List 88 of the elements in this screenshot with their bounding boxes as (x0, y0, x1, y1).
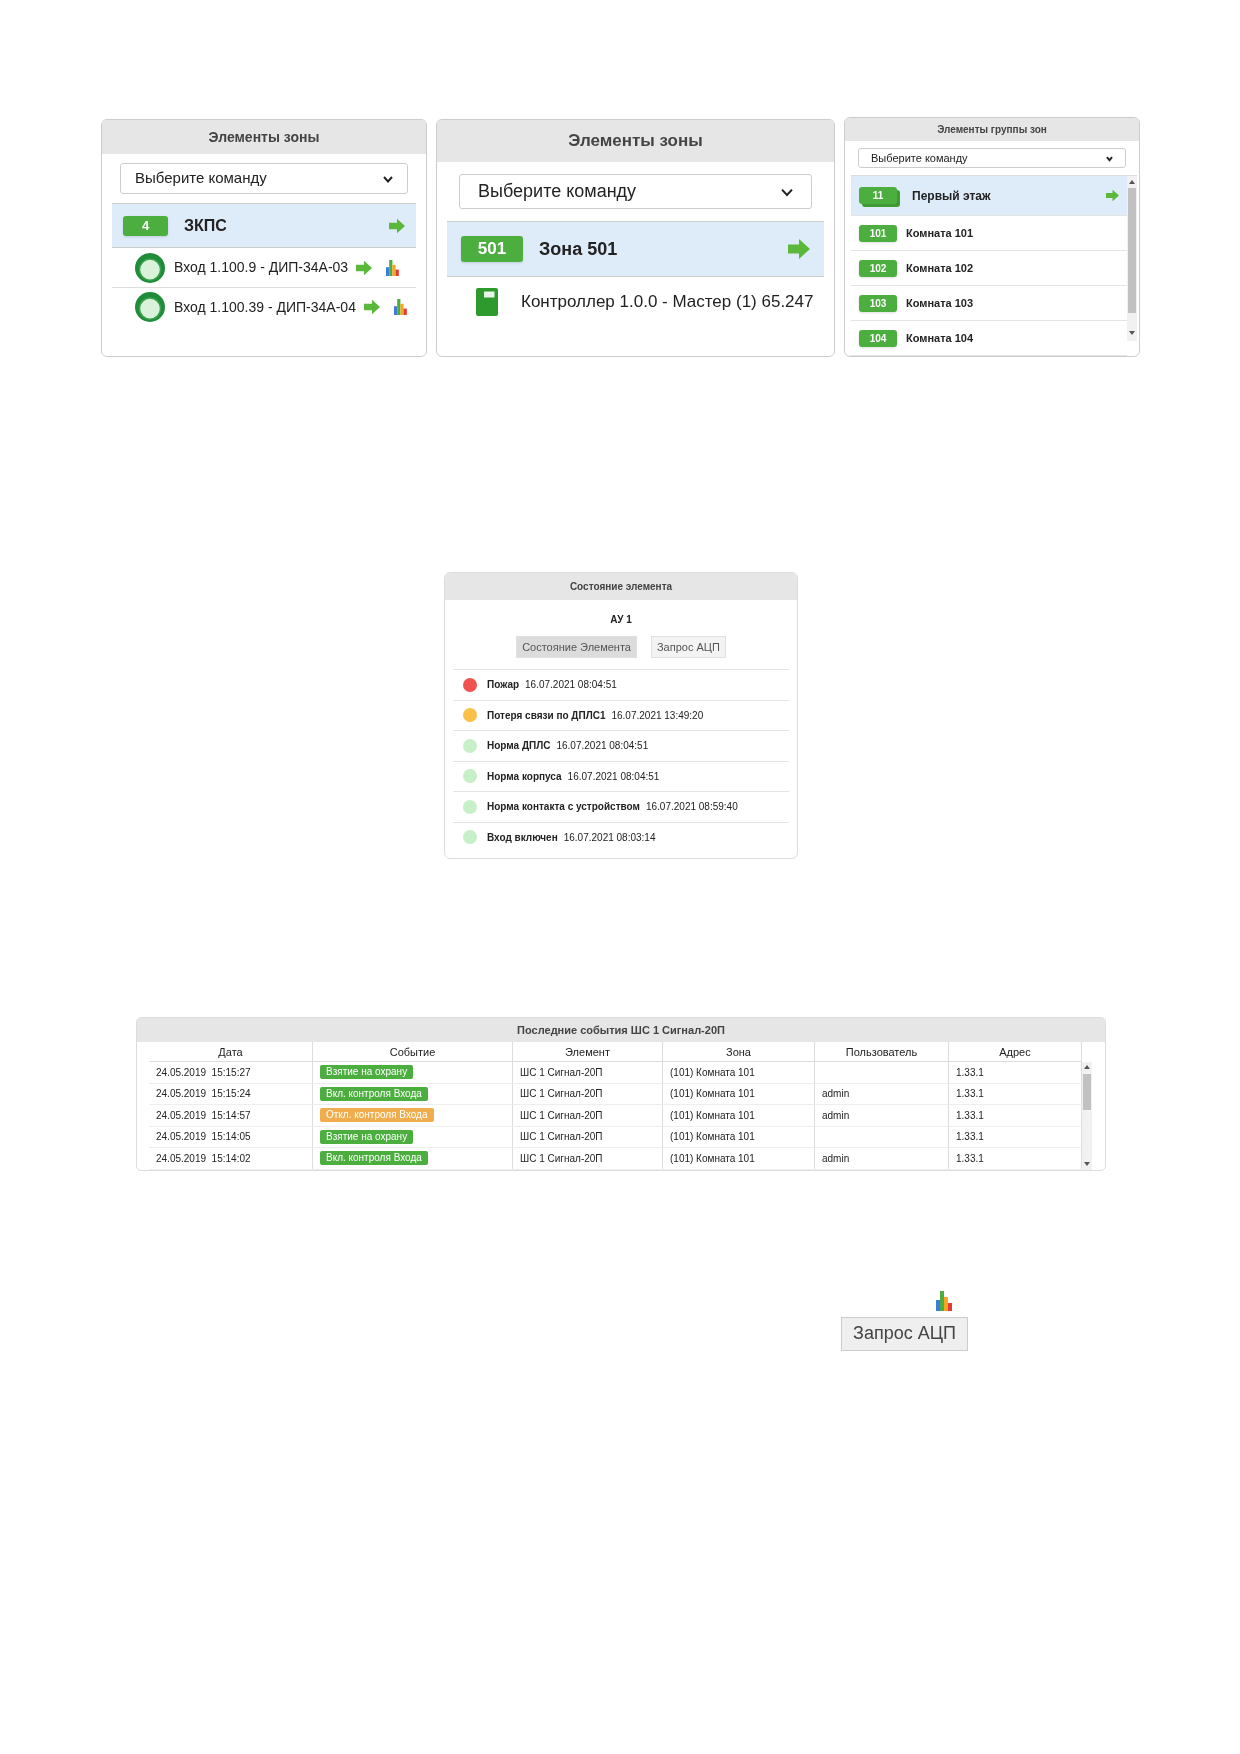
element-label: Вход 1.100.39 - ДИП-34А-04 (174, 297, 356, 317)
table-cell-text: 1.33.1 (956, 1108, 984, 1123)
select-value: Выберите команду (135, 168, 267, 189)
zone-name: Первый этаж (912, 187, 992, 205)
table-cell-text: (101) Комната 101 (670, 1130, 755, 1145)
arrow-right-icon (1106, 189, 1119, 202)
arrow-right-icon (363, 299, 380, 315)
table-cell-text: ШС 1 Сигнал-20П (520, 1130, 603, 1145)
select-value: Выберите команду (871, 150, 968, 166)
state-text: Пожар 16.07.2021 08:04:51 (487, 678, 617, 693)
arrow-right-icon (356, 259, 373, 276)
zone-number-badge: 102 (859, 259, 897, 277)
zone-row[interactable]: 11 Первый этаж (851, 176, 1127, 216)
group-number-badge: 11 (859, 187, 897, 204)
table-cell-text: ШС 1 Сигнал-20П (520, 1087, 603, 1102)
event-badge: Вкл. контроля Входа (320, 1086, 428, 1101)
element-label: Контроллер 1.0.0 - Мастер (1) 65.247 (521, 291, 814, 314)
zone-name: Комната 101 (906, 225, 975, 241)
arrow-right-icon (788, 238, 810, 260)
state-text: Норма корпуса 16.07.2021 08:04:51 (487, 769, 660, 784)
column-header[interactable]: Элемент (513, 1042, 663, 1061)
caret-icon (1106, 154, 1113, 162)
zone-row[interactable]: 4 ЗКПС (112, 203, 416, 248)
table-cell-text: (101) Комната 101 (670, 1065, 755, 1080)
zone-number-badge: 501 (461, 236, 523, 262)
event-badge: Взятие на охрану (320, 1129, 414, 1144)
table-cell-text: 24.05.2019 15:14:57 (156, 1108, 251, 1123)
zone-name: Зона 501 (539, 237, 619, 261)
column-header[interactable]: Зона (663, 1042, 815, 1061)
event-badge: Вкл. контроля Входа (320, 1151, 428, 1166)
command-select[interactable]: Выберите команду (459, 174, 812, 209)
zone-name: Комната 103 (906, 295, 975, 311)
table-cell-text: admin (822, 1151, 850, 1166)
smoke-detector-icon (134, 251, 166, 284)
adc-request-button[interactable]: Запрос АЦП (841, 1316, 968, 1351)
panel-title: Элементы группы зон (845, 118, 1139, 142)
column-header[interactable]: Событие (313, 1042, 513, 1061)
column-header[interactable]: Дата (149, 1042, 313, 1061)
table-cell-text: ШС 1 Сигнал-20П (520, 1065, 603, 1080)
arrow-right-icon (389, 217, 405, 234)
event-badge: Взятие на охрану (320, 1065, 414, 1080)
zone-row[interactable]: 501 Зона 501 (447, 221, 824, 277)
table-cell-text: 24.05.2019 15:15:27 (156, 1065, 251, 1080)
table-cell-text: ШС 1 Сигнал-20П (520, 1108, 603, 1123)
panel-title: Элементы зоны (102, 120, 426, 154)
column-header[interactable]: Адрес (949, 1042, 1082, 1061)
column-header[interactable]: Пользователь (815, 1042, 949, 1061)
zone-number-badge: 104 (859, 329, 897, 347)
zone-number-badge: 103 (859, 294, 897, 312)
table-cell-text: 1.33.1 (956, 1151, 984, 1166)
table-cell-text: (101) Комната 101 (670, 1151, 755, 1166)
zone-name: Комната 104 (906, 330, 975, 346)
element-name: АУ 1 (609, 613, 633, 627)
table-cell-text: 24.05.2019 15:14:05 (156, 1130, 251, 1145)
element-row[interactable]: Вход 1.100.9 - ДИП-34А-03 (112, 248, 416, 287)
element-label: Вход 1.100.9 - ДИП-34А-03 (174, 258, 349, 277)
zone-name: Комната 102 (906, 260, 975, 276)
command-select[interactable]: Выберите команду (858, 148, 1126, 168)
table-cell-text: 1.33.1 (956, 1130, 984, 1145)
table-cell-text: 24.05.2019 15:14:02 (156, 1151, 251, 1166)
panel-title: Последние события ШС 1 Сигнал-20П (137, 1018, 1105, 1042)
controller-box-icon (475, 287, 499, 317)
table-cell-text: (101) Комната 101 (670, 1108, 755, 1123)
panel-title: Элементы зоны (437, 120, 834, 162)
zone-number-badge: 101 (859, 224, 897, 242)
zone-name: ЗКПС (184, 215, 228, 236)
table-cell-text: admin (822, 1108, 850, 1123)
state-text: Норма контакта с устройством 16.07.2021 08:59:40 (487, 800, 738, 815)
smoke-detector-icon (134, 291, 166, 323)
command-select[interactable]: Выберите команду (120, 163, 408, 194)
element-row[interactable]: Вход 1.100.39 - ДИП-34А-04 (112, 287, 416, 326)
element-row[interactable]: Контроллер 1.0.0 - Мастер (1) 65.247 (447, 277, 824, 327)
state-text: Потеря связи по ДПЛС1 16.07.2021 13:49:20 (487, 708, 704, 723)
zone-number-badge: 4 (123, 215, 168, 236)
table-cell-text: 1.33.1 (956, 1087, 984, 1102)
select-value: Выберите команду (478, 180, 637, 203)
event-badge: Откл. контроля Входа (320, 1108, 434, 1123)
panel-title: Состояние элемента (445, 573, 797, 600)
table-cell-text: 24.05.2019 15:15:24 (156, 1087, 251, 1102)
table-cell-text: 1.33.1 (956, 1065, 984, 1080)
tab-button[interactable]: Состояние Элемента (516, 636, 637, 658)
table-cell-text: admin (822, 1087, 850, 1102)
bar-chart-icon (393, 299, 410, 315)
state-text: Вход включен 16.07.2021 08:03:14 (487, 830, 656, 845)
table-cell-text: ШС 1 Сигнал-20П (520, 1151, 603, 1166)
table-cell-text: (101) Комната 101 (670, 1087, 755, 1102)
state-text: Норма ДПЛС 16.07.2021 08:04:51 (487, 739, 649, 754)
tab-button[interactable]: Запрос АЦП (650, 636, 726, 658)
